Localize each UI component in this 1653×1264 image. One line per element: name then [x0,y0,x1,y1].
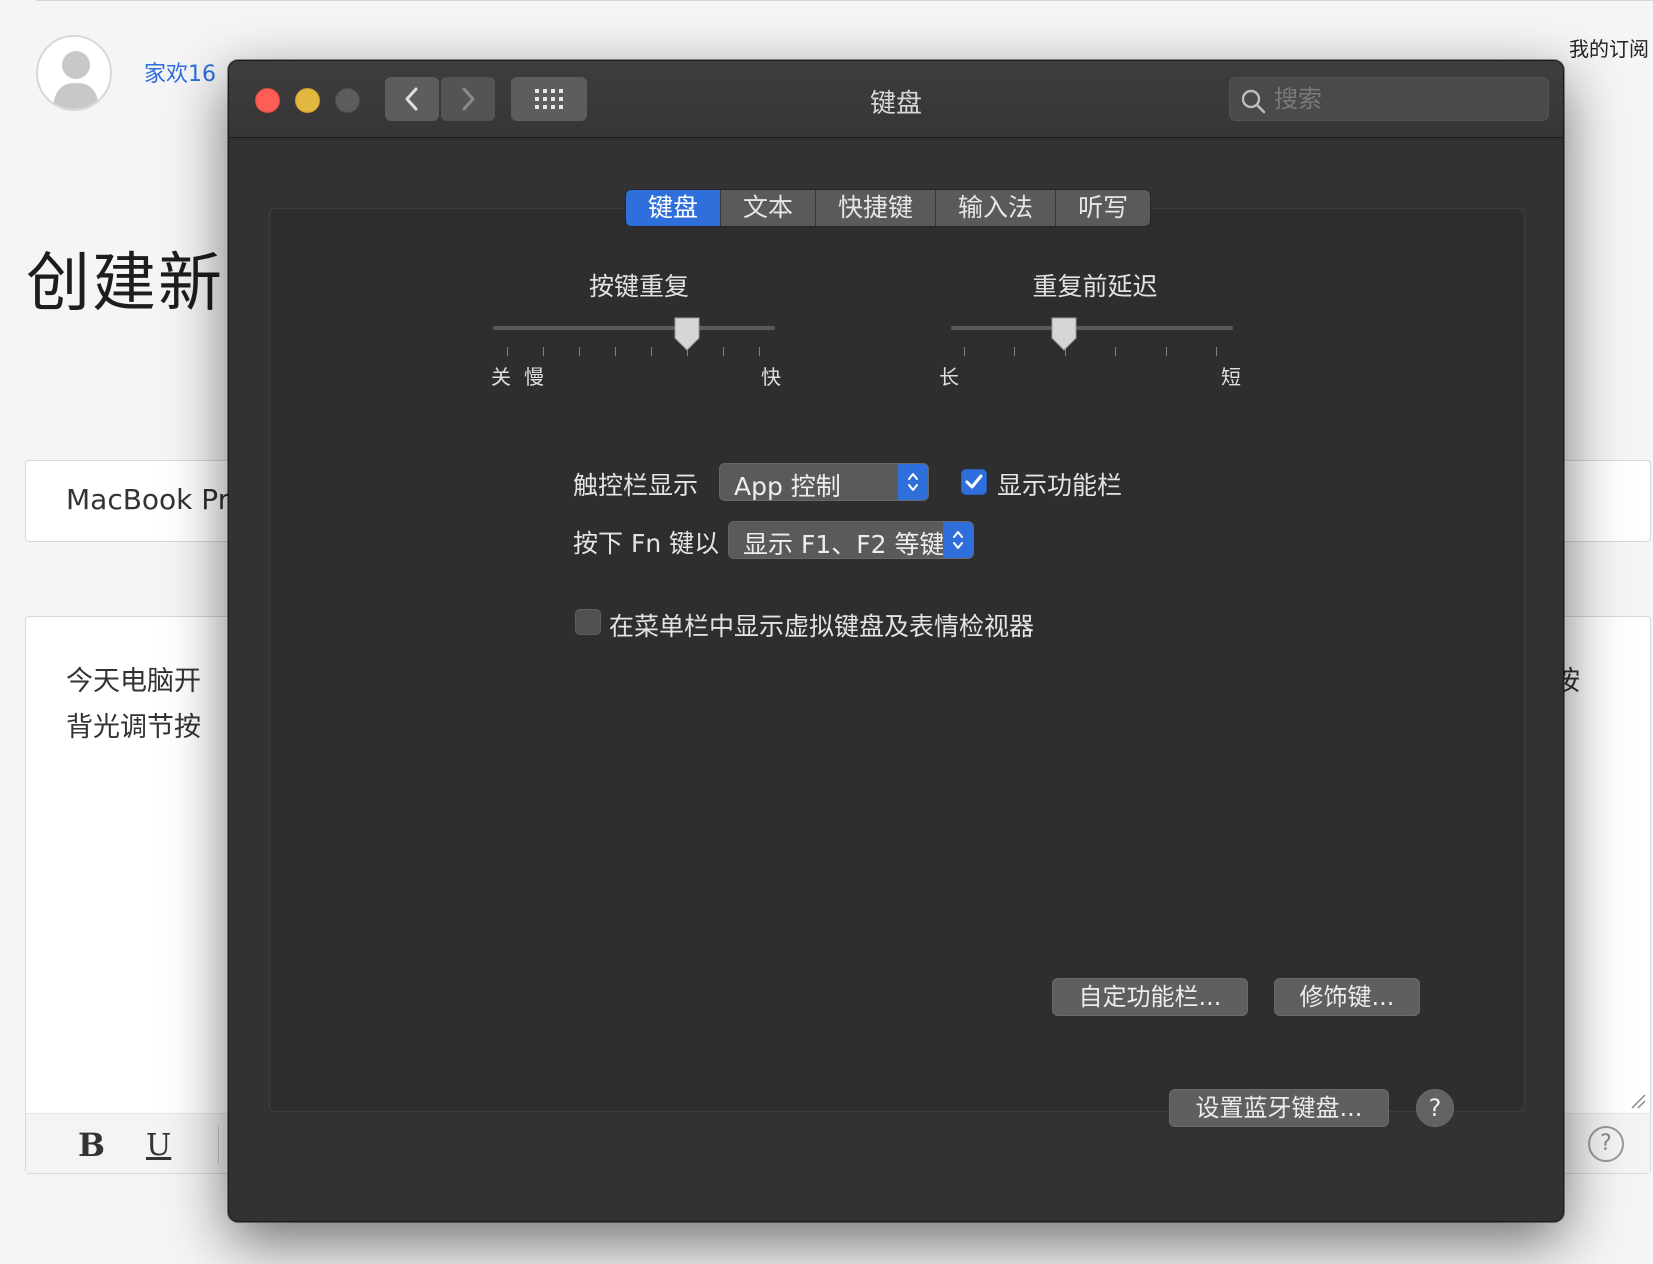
window-titlebar: 键盘 [229,61,1563,138]
key-repeat-label: 按键重复 [588,272,689,301]
fn-key-popup[interactable]: 显示 F1、F2 等键 [728,521,974,559]
key-repeat-off-label: 关 [491,365,511,389]
show-control-strip-label: 显示功能栏 [997,471,1123,500]
resize-handle-icon[interactable] [1628,1091,1646,1109]
key-repeat-slider-track[interactable] [493,326,775,330]
slider-tick [579,347,580,356]
page-top-border [36,0,1653,1]
slider-tick [1216,347,1217,356]
fn-key-label: 按下 Fn 键以 [573,529,720,558]
bold-button[interactable]: B [78,1126,105,1164]
key-repeat-slow-label: 慢 [524,365,544,389]
help-button[interactable]: ? [1416,1089,1454,1127]
delay-long-label: 长 [939,365,959,389]
slider-tick [759,347,760,356]
search-icon [1241,89,1266,114]
show-control-strip-checkbox[interactable] [961,469,987,495]
tab-shortcuts[interactable]: 快捷键 [816,190,937,226]
customize-control-strip-button[interactable]: 自定功能栏... [1052,978,1248,1016]
toolbar-divider [218,1126,219,1164]
tab-keyboard[interactable]: 键盘 [626,190,722,226]
keyboard-preferences-window: 键盘 键盘 文本 快捷键 输入法 听写 按键重复 关 慢 快 重复前延迟 长 短… [228,60,1564,1222]
tab-text[interactable]: 文本 [721,190,817,226]
slider-tick [615,347,616,356]
delay-short-label: 短 [1221,365,1241,389]
preference-tabs: 键盘 文本 快捷键 输入法 听写 [625,189,1152,227]
editor-text-line-1: 今天电脑开 [66,666,201,697]
slider-tick [1014,347,1016,356]
title-field-value: MacBook Pro [66,483,246,516]
key-repeat-fast-label: 快 [761,365,781,389]
show-keyboard-viewer-label: 在菜单栏中显示虚拟键盘及表情检视器 [609,612,1035,641]
tab-dictation[interactable]: 听写 [1056,190,1150,226]
user-silhouette-icon [52,51,100,109]
popup-arrows-icon [943,522,973,558]
delay-until-repeat-label: 重复前延迟 [1032,272,1158,301]
fn-key-value: 显示 F1、F2 等键 [743,530,945,559]
show-keyboard-viewer-checkbox[interactable] [575,609,601,635]
editor-text: 今天电脑开 背光调节按 [66,659,246,751]
editor-text-line-2: 背光调节按 [66,712,201,743]
slider-tick [723,347,724,356]
popup-arrows-icon [898,464,928,500]
delay-slider-track[interactable] [951,326,1233,330]
slider-tick [1115,347,1117,356]
username-link[interactable]: 家欢16 [144,56,216,88]
checkmark-icon [965,474,983,489]
slider-tick [507,347,508,356]
touchbar-shows-popup[interactable]: App 控制 [719,463,929,501]
setup-bluetooth-keyboard-button[interactable]: 设置蓝牙键盘... [1169,1089,1389,1127]
editor-help-button[interactable]: ? [1588,1126,1624,1162]
slider-tick [651,347,652,356]
tab-input-sources[interactable]: 输入法 [936,190,1057,226]
keyboard-settings-panel [269,208,1525,1112]
search-input[interactable] [1274,82,1534,116]
key-repeat-slider-thumb[interactable] [672,316,702,352]
modifier-keys-button[interactable]: 修饰键... [1274,978,1420,1016]
avatar[interactable] [36,35,112,111]
page-heading: 创建新 [26,247,224,321]
my-subscriptions-link[interactable]: 我的订阅 [1569,33,1649,62]
search-field[interactable] [1229,77,1549,121]
slider-tick [1165,347,1167,356]
underline-button[interactable]: U [146,1128,171,1163]
touchbar-shows-value: App 控制 [734,472,841,501]
touchbar-shows-label: 触控栏显示 [573,471,699,500]
delay-slider-thumb[interactable] [1049,316,1079,352]
slider-tick [543,347,544,356]
slider-tick [964,347,965,356]
